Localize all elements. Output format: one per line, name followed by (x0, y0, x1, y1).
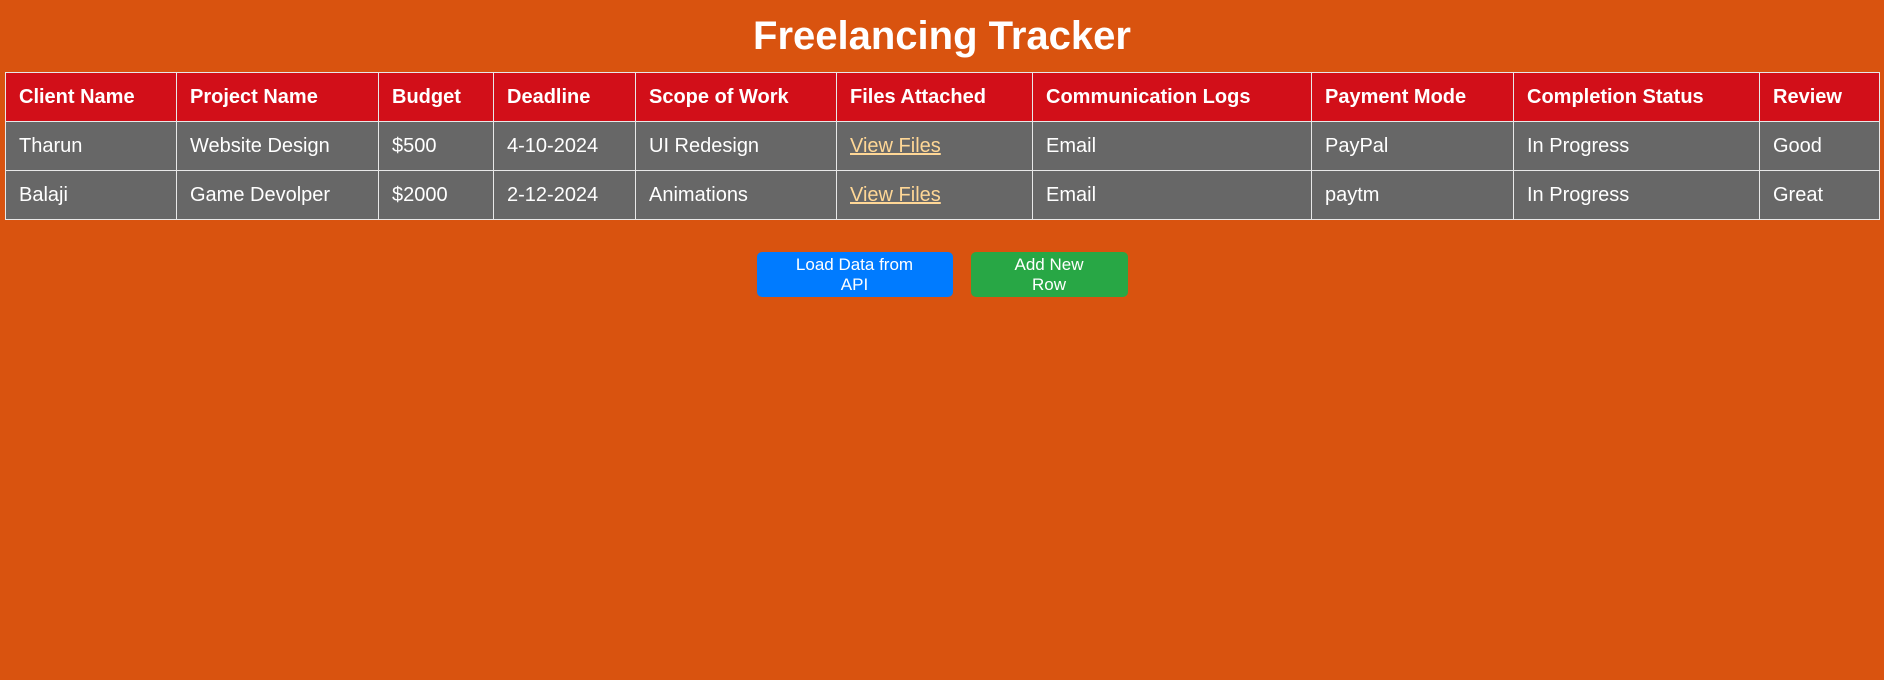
page-title: Freelancing Tracker (753, 14, 1131, 58)
cell-files-attached: View Files (836, 121, 1033, 171)
cell-scope-of-work: UI Redesign (635, 121, 837, 171)
cell-completion-status: In Progress (1513, 170, 1760, 220)
tracker-table: Client Name Project Name Budget Deadline… (5, 72, 1880, 220)
load-data-button[interactable]: Load Data from API (756, 252, 953, 297)
cell-budget: $2000 (378, 170, 494, 220)
table-header-row: Client Name Project Name Budget Deadline… (5, 72, 1880, 122)
cell-review: Good (1759, 121, 1880, 171)
cell-completion-status: In Progress (1513, 121, 1760, 171)
page: Freelancing Tracker Client Name Project … (0, 0, 1884, 680)
cell-communication-logs: Email (1032, 170, 1312, 220)
cell-review: Great (1759, 170, 1880, 220)
cell-budget: $500 (378, 121, 494, 171)
view-files-link[interactable]: View Files (850, 184, 941, 206)
action-buttons: Load Data from API Add New Row (5, 252, 1879, 297)
column-header-files-attached: Files Attached (836, 72, 1033, 122)
column-header-review: Review (1759, 72, 1880, 122)
view-files-link[interactable]: View Files (850, 135, 941, 157)
cell-deadline: 4-10-2024 (493, 121, 636, 171)
cell-client-name: Balaji (5, 170, 177, 220)
column-header-client-name: Client Name (5, 72, 177, 122)
cell-scope-of-work: Animations (635, 170, 837, 220)
column-header-project-name: Project Name (176, 72, 379, 122)
column-header-deadline: Deadline (493, 72, 636, 122)
cell-payment-mode: paytm (1311, 170, 1514, 220)
cell-project-name: Website Design (176, 121, 379, 171)
column-header-budget: Budget (378, 72, 494, 122)
cell-client-name: Tharun (5, 121, 177, 171)
column-header-communication-logs: Communication Logs (1032, 72, 1312, 122)
column-header-payment-mode: Payment Mode (1311, 72, 1514, 122)
cell-payment-mode: PayPal (1311, 121, 1514, 171)
cell-project-name: Game Devolper (176, 170, 379, 220)
column-header-completion-status: Completion Status (1513, 72, 1760, 122)
add-new-row-button[interactable]: Add New Row (970, 252, 1128, 297)
table-row: Tharun Website Design $500 4-10-2024 UI … (5, 121, 1880, 171)
cell-files-attached: View Files (836, 170, 1033, 220)
cell-communication-logs: Email (1032, 121, 1312, 171)
table-row: Balaji Game Devolper $2000 2-12-2024 Ani… (5, 170, 1880, 220)
cell-deadline: 2-12-2024 (493, 170, 636, 220)
column-header-scope-of-work: Scope of Work (635, 72, 837, 122)
